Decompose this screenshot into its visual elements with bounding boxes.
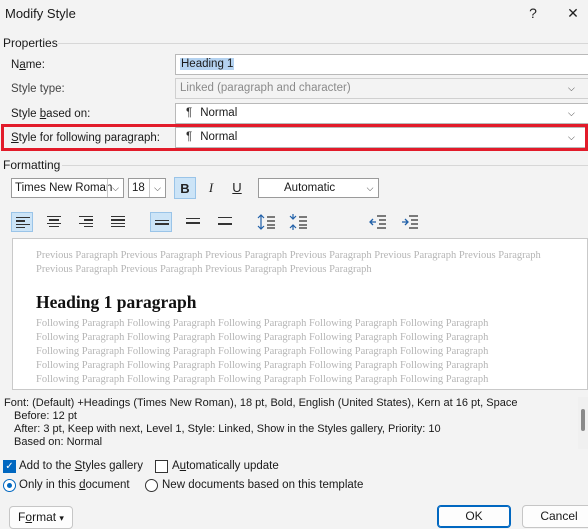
new-documents-label: New documents based on this template: [162, 479, 364, 491]
following-paragraph-line: Following Paragraph Following Paragraph …: [36, 346, 489, 357]
align-left-icon: [16, 217, 30, 230]
align-right-button[interactable]: [75, 212, 97, 232]
bold-button[interactable]: B: [174, 177, 196, 199]
only-this-document-label: Only in this document: [19, 479, 130, 491]
align-center-icon: [47, 216, 61, 229]
indent-icon: [402, 215, 418, 229]
decrease-spacing-button[interactable]: [289, 212, 311, 232]
underline-button[interactable]: U: [226, 177, 248, 199]
following-paragraph-label: Style for following paragraph:: [11, 132, 160, 144]
decrease-indent-button[interactable]: [368, 212, 390, 232]
format-menu-button[interactable]: Format ▾: [9, 506, 73, 529]
name-value: Heading 1: [180, 58, 235, 70]
following-paragraph-block: Following Paragraph Following Paragraph …: [36, 317, 576, 387]
single-spacing-button[interactable]: [150, 212, 172, 232]
style-preview: Previous Paragraph Previous Paragraph Pr…: [12, 238, 588, 390]
cancel-button[interactable]: Cancel: [522, 505, 588, 528]
add-to-gallery-checkbox[interactable]: ✓: [3, 460, 16, 473]
auto-update-label: Automatically update: [172, 460, 279, 472]
align-right-icon: [79, 216, 93, 229]
close-button[interactable]: ✕: [562, 3, 584, 23]
following-paragraph-select[interactable]: ¶ Normal ⌵: [175, 127, 588, 148]
following-paragraph-line: Following Paragraph Following Paragraph …: [36, 332, 489, 343]
chevron-down-icon: ⌵: [366, 183, 374, 193]
previous-paragraph-text: Previous Paragraph Previous Paragraph Pr…: [36, 250, 541, 275]
style-type-label: Style type:: [11, 83, 65, 95]
font-name-value: Times New Roman: [15, 182, 113, 194]
auto-update-checkbox[interactable]: [155, 460, 168, 473]
align-center-button[interactable]: [43, 212, 65, 232]
formatting-section-label: Formatting: [3, 158, 61, 172]
based-on-select[interactable]: ¶ Normal ⌵: [175, 103, 588, 124]
align-left-button[interactable]: [11, 212, 33, 232]
double-spacing-icon: [218, 217, 232, 227]
style-description: Font: (Default) +Headings (Times New Rom…: [0, 394, 588, 452]
following-paragraph-line: Following Paragraph Following Paragraph …: [36, 318, 489, 329]
italic-button[interactable]: I: [200, 177, 222, 199]
add-to-gallery-label: Add to the Styles gallery: [19, 460, 144, 472]
spacing-down-icon: [289, 214, 307, 230]
chevron-down-icon: ⌵: [568, 132, 575, 142]
justify-button[interactable]: [107, 212, 129, 232]
font-name-select[interactable]: Times New Roman ⌵: [11, 178, 124, 198]
scrollbar-thumb[interactable]: [581, 409, 585, 431]
chevron-down-icon: ⌵: [149, 179, 165, 197]
description-line: After: 3 pt, Keep with next, Level 1, St…: [14, 423, 441, 435]
increase-spacing-button[interactable]: [257, 212, 279, 232]
description-scrollbar[interactable]: [578, 397, 588, 449]
name-label: Name:: [11, 59, 45, 71]
paragraph-icon: ¶: [186, 107, 193, 119]
one-half-spacing-button[interactable]: [182, 212, 204, 232]
outdent-icon: [369, 215, 386, 229]
following-paragraph-value: Normal: [200, 131, 238, 143]
following-paragraph-line: Following Paragraph Following Paragraph …: [36, 360, 489, 371]
name-field[interactable]: Heading 1: [175, 54, 588, 75]
only-this-document-radio[interactable]: [3, 479, 16, 492]
paragraph-icon: ¶: [186, 131, 193, 143]
spacing-up-icon: [257, 214, 275, 230]
formatting-separator: [62, 165, 588, 166]
chevron-down-icon: ⌵: [107, 179, 123, 197]
description-line: Font: (Default) +Headings (Times New Rom…: [4, 397, 518, 409]
close-icon: ✕: [567, 5, 579, 21]
following-paragraph-line: Following Paragraph Following Paragraph …: [36, 374, 489, 385]
style-type-select: Linked (paragraph and character) ⌵: [175, 78, 588, 99]
ok-button[interactable]: OK: [437, 505, 511, 528]
description-line: Based on: Normal: [14, 436, 103, 448]
single-spacing-icon: [155, 220, 169, 227]
properties-separator: [58, 43, 588, 44]
chevron-down-icon: ▾: [59, 513, 64, 523]
preview-heading: Heading 1 paragraph: [36, 292, 197, 312]
justify-icon: [111, 216, 125, 229]
chevron-down-icon: ⌵: [568, 83, 575, 93]
title-bar: Modify Style ? ✕: [0, 0, 588, 28]
one-half-spacing-icon: [186, 218, 200, 226]
based-on-value: Normal: [200, 107, 238, 119]
based-on-label: Style based on:: [11, 108, 91, 120]
font-color-value: Automatic: [284, 182, 336, 194]
dialog-title: Modify Style: [5, 6, 76, 21]
help-button[interactable]: ?: [522, 3, 544, 23]
increase-indent-button[interactable]: [400, 212, 422, 232]
font-size-value: 18: [132, 182, 145, 194]
font-color-select[interactable]: Automatic ⌵: [258, 178, 379, 198]
properties-section-label: Properties: [3, 36, 58, 50]
font-size-select[interactable]: 18 ⌵: [128, 178, 166, 198]
style-type-value: Linked (paragraph and character): [180, 82, 351, 94]
description-line: Before: 12 pt: [14, 410, 77, 422]
new-documents-radio[interactable]: [145, 479, 158, 492]
double-spacing-button[interactable]: [214, 212, 236, 232]
chevron-down-icon: ⌵: [568, 108, 575, 118]
